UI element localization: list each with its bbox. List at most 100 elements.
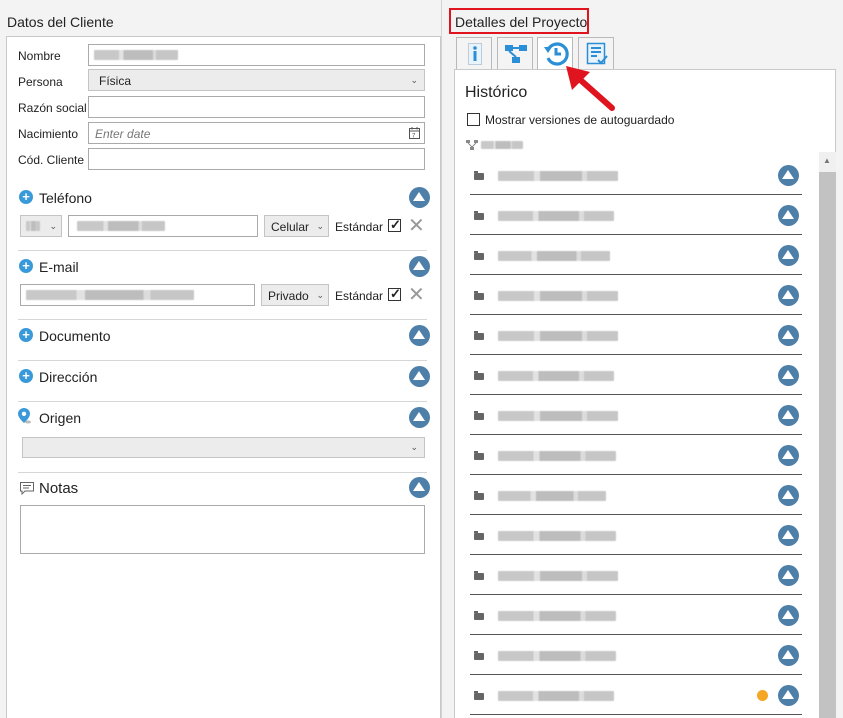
collapse-entry-button[interactable] <box>778 685 799 706</box>
separator <box>18 472 427 473</box>
collapse-entry-button[interactable] <box>778 405 799 426</box>
chevron-down-icon: ⌄ <box>316 290 324 300</box>
persona-label: Persona <box>18 75 63 89</box>
history-entry-label[interactable] <box>498 211 614 221</box>
add-address-icon[interactable]: + <box>19 369 33 383</box>
nombre-input[interactable] <box>88 44 425 66</box>
notas-textarea[interactable] <box>20 505 425 554</box>
row-separator <box>470 554 802 555</box>
persona-select[interactable]: Física ⌄ <box>88 69 425 91</box>
collapse-entry-button[interactable] <box>778 365 799 386</box>
collapse-entry-button[interactable] <box>778 165 799 186</box>
tab-info[interactable] <box>456 37 492 70</box>
history-entry-label[interactable] <box>498 571 618 581</box>
email-standard-checkbox[interactable]: ✓ <box>388 286 401 301</box>
email-standard-label: Estándar <box>335 289 384 303</box>
collapse-entry-button[interactable] <box>778 245 799 266</box>
folder-icon <box>474 451 484 460</box>
hierarchy-icon <box>505 45 527 63</box>
row-separator <box>470 674 802 675</box>
map-pin-icon <box>18 408 31 424</box>
history-entry-label[interactable] <box>498 611 616 621</box>
nacimiento-label: Nacimiento <box>18 127 79 141</box>
row-separator <box>470 234 802 235</box>
add-email-icon[interactable]: + <box>19 259 33 273</box>
collapse-direccion-button[interactable] <box>409 366 430 387</box>
collapse-entry-button[interactable] <box>778 325 799 346</box>
cod-label: Cód. Cliente <box>18 153 85 167</box>
add-document-icon[interactable]: + <box>19 328 33 342</box>
history-entry-label[interactable] <box>498 251 610 261</box>
collapse-entry-button[interactable] <box>778 285 799 306</box>
tab-hierarchy[interactable] <box>497 37 533 70</box>
scrollbar-thumb[interactable] <box>819 172 836 718</box>
cod-input[interactable] <box>88 148 425 170</box>
collapse-documento-button[interactable] <box>409 325 430 346</box>
collapse-entry-button[interactable] <box>778 525 799 546</box>
email-type-select[interactable]: Privado ⌄ <box>261 284 329 306</box>
phone-standard-checkbox[interactable]: ✓ <box>388 217 401 232</box>
history-heading: Histórico <box>465 84 528 101</box>
collapse-notas-button[interactable] <box>409 477 430 498</box>
history-entry-label[interactable] <box>498 531 616 541</box>
folder-icon <box>474 291 484 300</box>
remove-email-icon[interactable]: ✕ <box>408 285 425 305</box>
phone-number-input[interactable] <box>68 215 258 237</box>
nacimiento-input[interactable]: Enter date 7 <box>88 122 425 144</box>
red-arrow-annotation <box>566 66 615 111</box>
calendar-icon[interactable]: 7 <box>409 127 420 139</box>
razon-input[interactable] <box>88 96 425 118</box>
folder-icon <box>474 371 484 380</box>
autosave-checkbox[interactable] <box>467 113 480 126</box>
notas-title: Notas <box>39 480 79 497</box>
history-entry-label[interactable] <box>498 331 618 341</box>
folder-icon <box>474 531 484 540</box>
collapse-email-button[interactable] <box>409 256 430 277</box>
collapse-entry-button[interactable] <box>778 445 799 466</box>
row-separator <box>470 394 802 395</box>
row-separator <box>470 434 802 435</box>
folder-icon <box>474 691 484 700</box>
row-separator <box>470 274 802 275</box>
folder-icon <box>474 411 484 420</box>
status-dot <box>757 690 768 701</box>
history-entry-label[interactable] <box>498 411 618 421</box>
info-icon <box>468 43 482 65</box>
persona-value: Física <box>99 74 132 88</box>
collapse-entry-button[interactable] <box>778 565 799 586</box>
separator <box>18 360 427 361</box>
autosave-label: Mostrar versiones de autoguardado <box>485 113 675 127</box>
email-type-value: Privado <box>268 289 309 303</box>
scroll-up-icon[interactable]: ▲ <box>823 156 831 165</box>
separator <box>18 319 427 320</box>
direccion-title: Dirección <box>39 369 98 385</box>
collapse-entry-button[interactable] <box>778 485 799 506</box>
phone-type-select[interactable]: Celular ⌄ <box>264 215 329 237</box>
history-entry-label[interactable] <box>498 451 616 461</box>
collapse-origen-button[interactable] <box>409 407 430 428</box>
history-entry-label[interactable] <box>498 651 616 661</box>
remove-phone-icon[interactable]: ✕ <box>408 216 425 236</box>
folder-icon <box>474 571 484 580</box>
phone-standard-label: Estándar <box>335 220 384 234</box>
history-entry-label[interactable] <box>498 171 618 181</box>
collapse-entry-button[interactable] <box>778 645 799 666</box>
history-entry-label[interactable] <box>498 371 614 381</box>
collapse-entry-button[interactable] <box>778 605 799 626</box>
folder-icon <box>474 171 484 180</box>
history-entry-label[interactable] <box>498 491 606 501</box>
collapse-entry-button[interactable] <box>778 205 799 226</box>
history-entry-label[interactable] <box>498 291 618 301</box>
add-phone-icon[interactable]: + <box>19 190 33 204</box>
email-input[interactable] <box>20 284 255 306</box>
history-entry-label[interactable] <box>498 691 614 701</box>
separator <box>18 250 427 251</box>
documento-title: Documento <box>39 328 111 344</box>
collapse-telefono-button[interactable] <box>409 187 430 208</box>
origen-select[interactable]: ⌄ <box>22 437 425 458</box>
row-separator <box>470 354 802 355</box>
chevron-down-icon: ⌄ <box>49 221 57 231</box>
nacimiento-placeholder: Enter date <box>95 127 151 141</box>
folder-icon <box>474 211 484 220</box>
country-code-select[interactable]: ⌄ <box>20 215 62 237</box>
